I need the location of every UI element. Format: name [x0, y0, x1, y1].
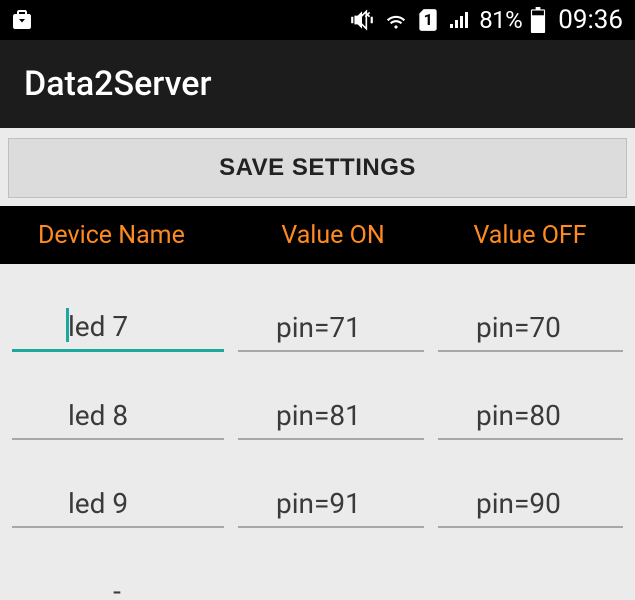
header-value-off: Value OFF	[433, 221, 627, 250]
battery-icon	[530, 7, 546, 33]
table-body	[0, 264, 635, 600]
save-settings-button[interactable]: SAVE SETTINGS	[8, 138, 627, 198]
table-header: Device Name Value ON Value OFF	[0, 206, 635, 264]
value-off-input[interactable]	[438, 305, 623, 352]
table-row	[0, 264, 635, 352]
value-on-input[interactable]	[238, 305, 424, 352]
battery-percent: 81%	[479, 6, 522, 34]
device-name-input[interactable]	[12, 304, 224, 352]
vibrate-mute-icon	[349, 7, 375, 33]
device-name-input[interactable]	[12, 569, 224, 600]
device-name-input[interactable]	[12, 393, 224, 440]
table-row	[0, 528, 635, 600]
app-bar: Data2Server	[0, 40, 635, 128]
value-off-input[interactable]	[438, 569, 623, 600]
wifi-icon	[383, 7, 409, 33]
sim-icon: 1	[417, 7, 439, 33]
value-off-input[interactable]	[438, 481, 623, 528]
value-off-input[interactable]	[438, 393, 623, 440]
header-value-on: Value ON	[233, 221, 433, 250]
app-title: Data2Server	[24, 64, 212, 104]
clock: 09:36	[558, 5, 623, 35]
value-on-input[interactable]	[238, 481, 424, 528]
value-on-input[interactable]	[238, 393, 424, 440]
sim-number: 1	[417, 10, 439, 29]
table-row	[0, 352, 635, 440]
signal-icon	[447, 8, 471, 32]
header-device-name: Device Name	[8, 221, 233, 250]
value-on-input[interactable]	[238, 569, 424, 600]
device-name-input[interactable]	[12, 481, 224, 528]
store-icon	[10, 8, 34, 32]
table-row	[0, 440, 635, 528]
status-bar: 1 81% 09:36	[0, 0, 635, 40]
